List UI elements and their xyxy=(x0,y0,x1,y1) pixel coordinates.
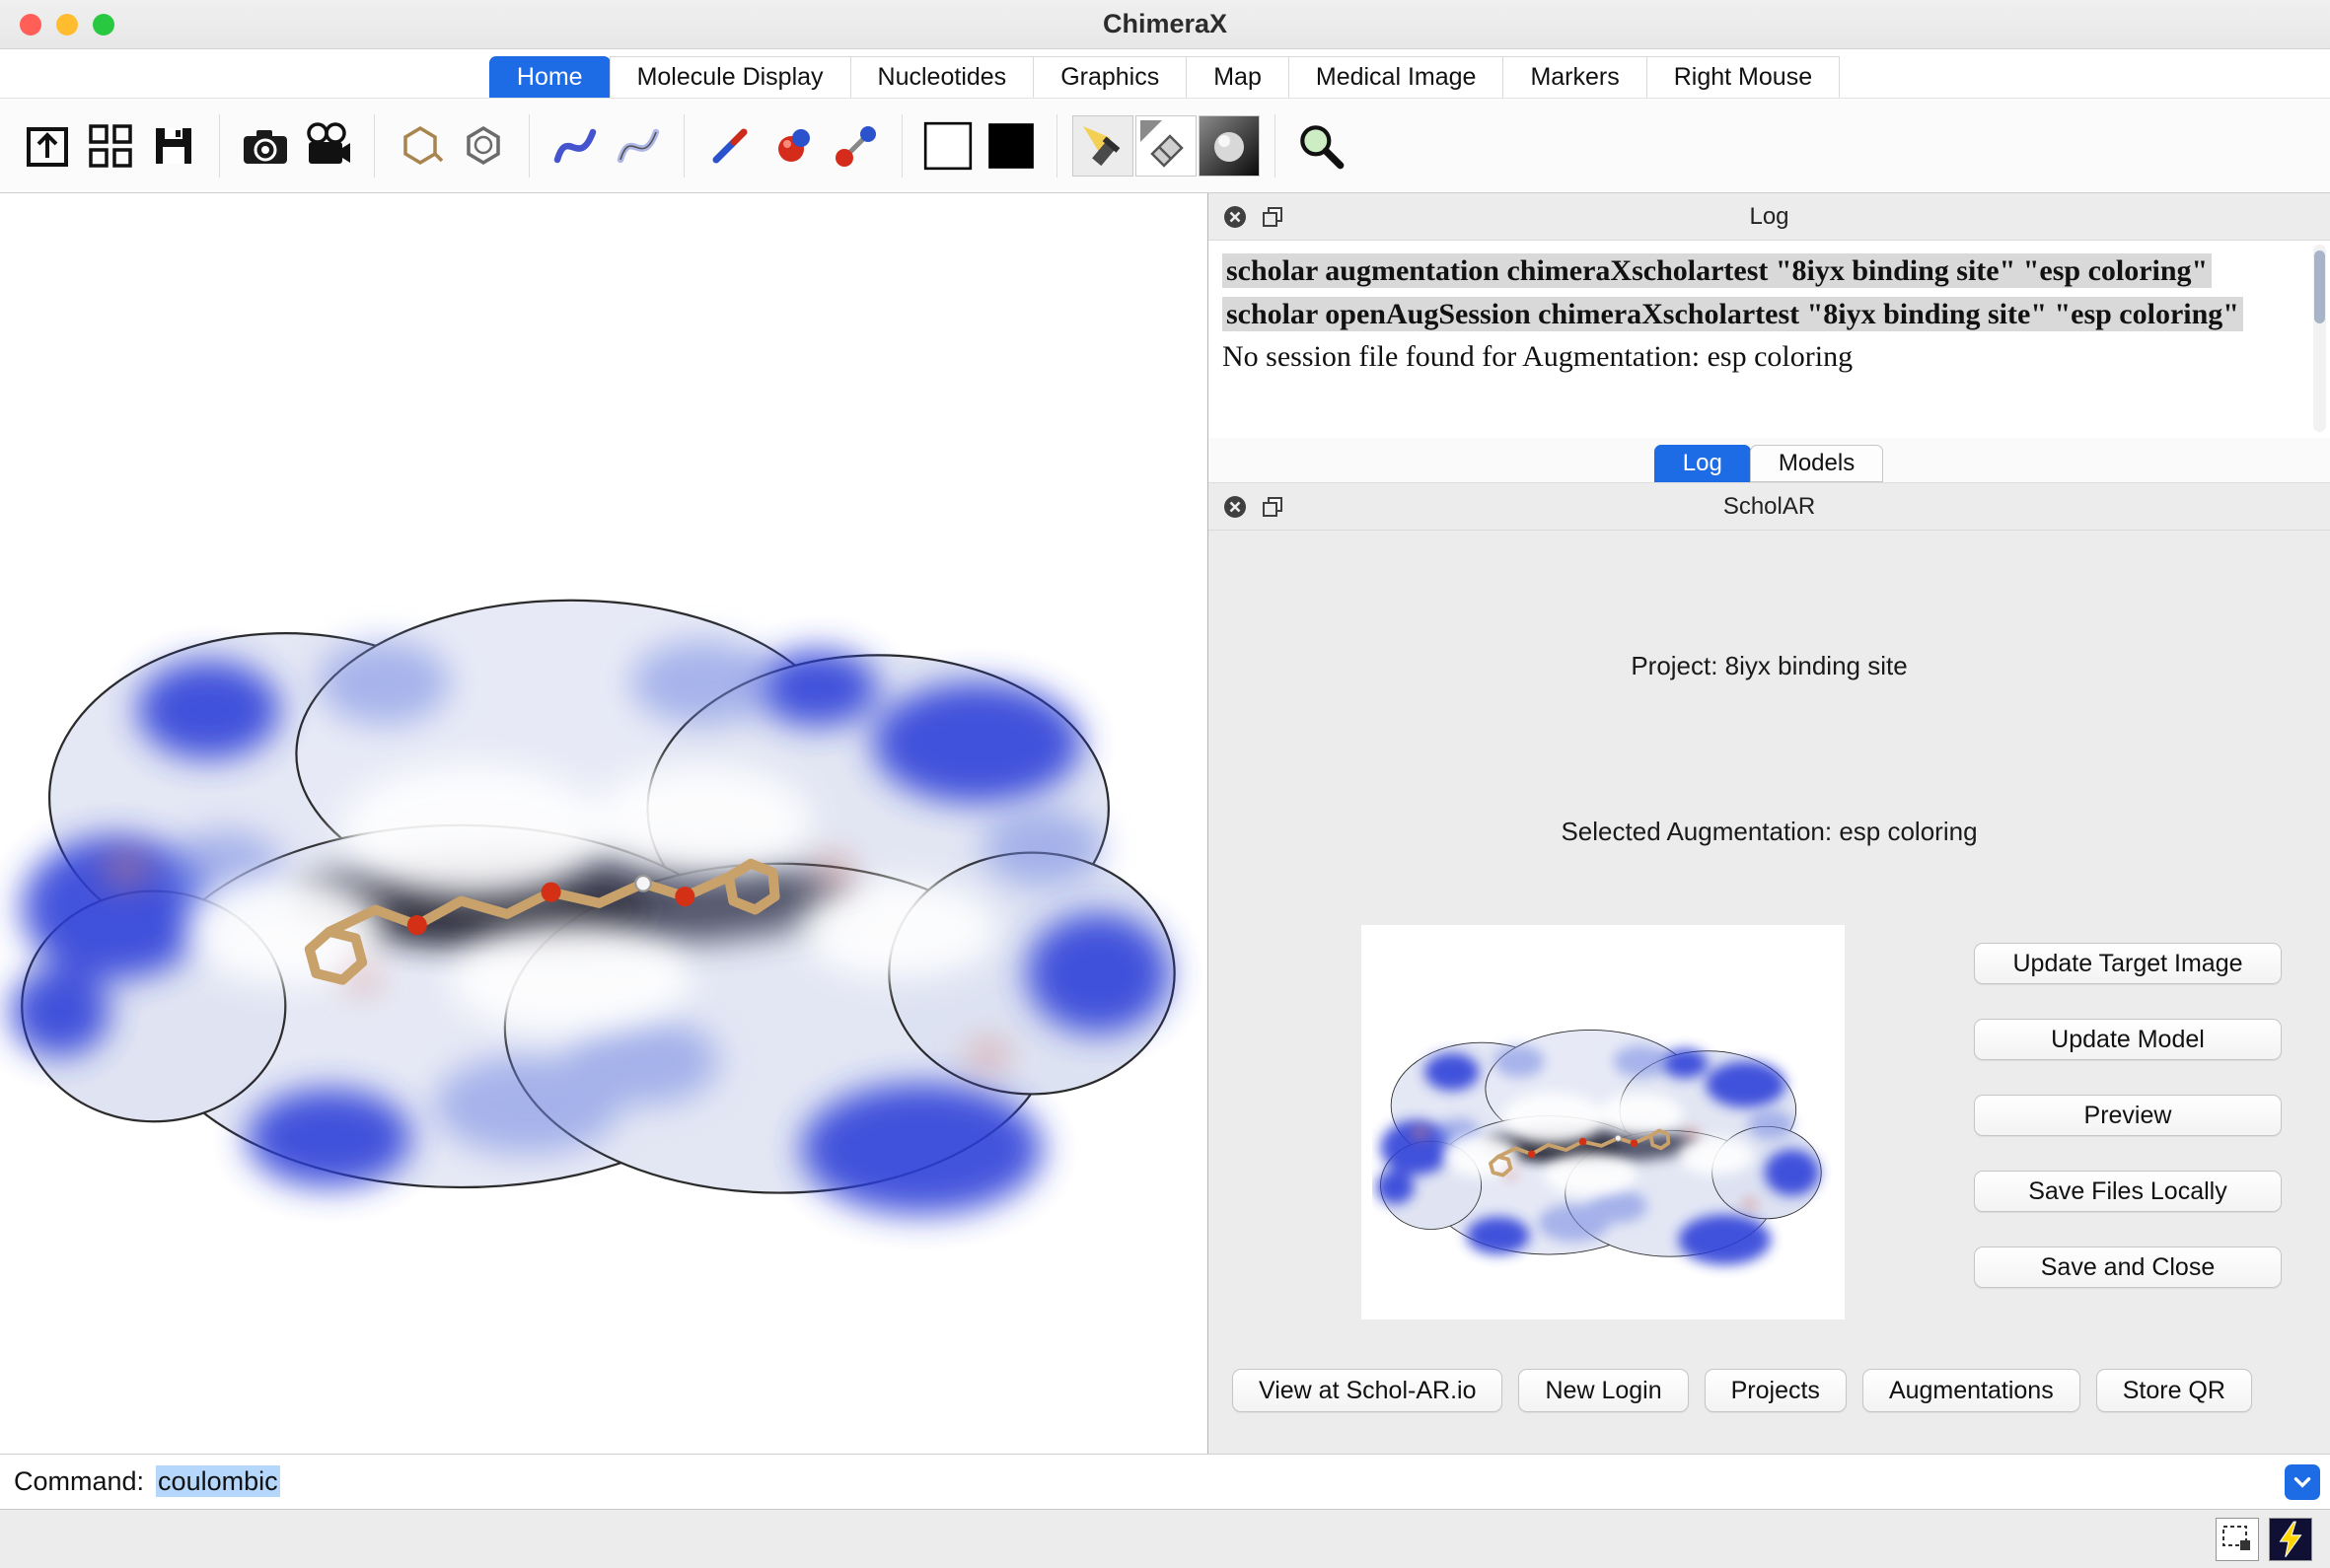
traffic-lights xyxy=(20,14,114,36)
right-dock: Log scholar augmentation chimeraXscholar… xyxy=(1207,193,2330,1454)
record-movie-icon[interactable] xyxy=(297,107,360,184)
target-image-preview xyxy=(1361,925,1845,1319)
shaded-sphere-tool-icon[interactable] xyxy=(1199,115,1260,177)
white-background-swatch[interactable] xyxy=(916,107,980,184)
log-entry: No session file found for Augmentation: … xyxy=(1222,339,2285,376)
log-scrollbar[interactable] xyxy=(2313,245,2326,432)
projects-button[interactable]: Projects xyxy=(1705,1369,1847,1412)
command-label: Command: xyxy=(14,1466,144,1497)
save-and-close-button[interactable]: Save and Close xyxy=(1974,1247,2282,1288)
log-entry: scholar augmentation chimeraXscholartest… xyxy=(1222,253,2285,290)
tab-home[interactable]: Home xyxy=(489,56,611,98)
ribbon-show-icon[interactable] xyxy=(544,107,607,184)
ribbon-tab-bar: Home Molecule Display Nucleotides Graphi… xyxy=(0,49,2330,99)
close-icon[interactable] xyxy=(1222,204,1248,230)
tab-markers[interactable]: Markers xyxy=(1502,56,1646,98)
tab-molecule-display[interactable]: Molecule Display xyxy=(610,56,851,98)
dock-tab-models[interactable]: Models xyxy=(1750,445,1883,482)
log-scrollbar-thumb[interactable] xyxy=(2314,250,2325,323)
log-panel-header: Log xyxy=(1208,193,2330,241)
draw-hexagon-icon[interactable] xyxy=(452,107,515,184)
save-icon[interactable] xyxy=(142,107,205,184)
close-icon[interactable] xyxy=(1222,494,1248,520)
scholar-panel-body: Project: 8iyx binding site Selected Augm… xyxy=(1208,531,2330,1454)
store-qr-button[interactable]: Store QR xyxy=(2096,1369,2252,1412)
target-image-molecule xyxy=(1372,937,1834,1308)
selection-rect-icon[interactable] xyxy=(2216,1518,2259,1561)
update-model-button[interactable]: Update Model xyxy=(1974,1019,2282,1060)
command-selected-text: coulombic xyxy=(156,1465,280,1497)
log-entry: scholar openAugSession chimeraXscholarte… xyxy=(1222,297,2285,333)
undock-icon[interactable] xyxy=(1260,204,1285,230)
command-line-bar: Command: coulombic xyxy=(0,1454,2330,1509)
command-input[interactable]: coulombic xyxy=(156,1466,280,1497)
ribbon-hide-icon[interactable] xyxy=(607,107,670,184)
zoom-window-button[interactable] xyxy=(93,14,114,36)
zoom-magnifier-icon[interactable] xyxy=(1289,107,1352,184)
draw-benzene-tan-icon[interactable] xyxy=(389,107,452,184)
view-at-scholar-io-button[interactable]: View at Schol-AR.io xyxy=(1232,1369,1502,1412)
tab-nucleotides[interactable]: Nucleotides xyxy=(850,56,1035,98)
undock-icon[interactable] xyxy=(1260,494,1285,520)
tab-map[interactable]: Map xyxy=(1186,56,1289,98)
graphics-viewport[interactable] xyxy=(0,193,1207,1454)
status-bar xyxy=(0,1509,2330,1568)
log-panel-title: Log xyxy=(1749,203,1788,231)
update-target-image-button[interactable]: Update Target Image xyxy=(1974,943,2282,984)
open-file-icon[interactable] xyxy=(16,107,79,184)
project-label: Project: 8iyx binding site xyxy=(1208,651,2330,681)
command-history-dropdown[interactable] xyxy=(2285,1464,2320,1500)
stick-style-icon[interactable] xyxy=(698,107,762,184)
save-files-locally-button[interactable]: Save Files Locally xyxy=(1974,1171,2282,1212)
dock-tab-log[interactable]: Log xyxy=(1654,445,1751,482)
preview-button[interactable]: Preview xyxy=(1974,1095,2282,1136)
lightning-bolt-icon[interactable] xyxy=(2269,1518,2312,1561)
tile-windows-icon[interactable] xyxy=(79,107,142,184)
snapshot-camera-icon[interactable] xyxy=(234,107,297,184)
scholar-panel-header: ScholAR xyxy=(1208,483,2330,531)
dock-tab-bar: Log Models xyxy=(1208,438,2330,483)
home-toolbar xyxy=(0,99,2330,193)
new-login-button[interactable]: New Login xyxy=(1518,1369,1688,1412)
log-output[interactable]: scholar augmentation chimeraXscholartest… xyxy=(1208,241,2330,438)
scholar-panel-title: ScholAR xyxy=(1723,493,1815,521)
eraser-tool-icon[interactable] xyxy=(1135,115,1197,177)
title-bar: ChimeraX xyxy=(0,0,2330,49)
augmentations-button[interactable]: Augmentations xyxy=(1862,1369,2080,1412)
scholar-footer-buttons: View at Schol-AR.io New Login Projects A… xyxy=(1232,1369,2306,1412)
molecular-surface-render xyxy=(0,356,1207,1327)
ball-and-stick-style-icon[interactable] xyxy=(825,107,888,184)
minimize-window-button[interactable] xyxy=(56,14,78,36)
window-title: ChimeraX xyxy=(0,0,2330,48)
scholar-action-buttons: Update Target Image Update Model Preview… xyxy=(1974,943,2282,1288)
tab-graphics[interactable]: Graphics xyxy=(1033,56,1187,98)
tab-right-mouse[interactable]: Right Mouse xyxy=(1646,56,1840,98)
augmentation-label: Selected Augmentation: esp coloring xyxy=(1208,817,2330,847)
close-window-button[interactable] xyxy=(20,14,41,36)
sphere-style-icon[interactable] xyxy=(762,107,825,184)
spotlight-tool-icon[interactable] xyxy=(1072,115,1133,177)
chevron-down-icon xyxy=(2292,1471,2313,1493)
black-background-swatch[interactable] xyxy=(980,107,1043,184)
tab-medical-image[interactable]: Medical Image xyxy=(1288,56,1504,98)
